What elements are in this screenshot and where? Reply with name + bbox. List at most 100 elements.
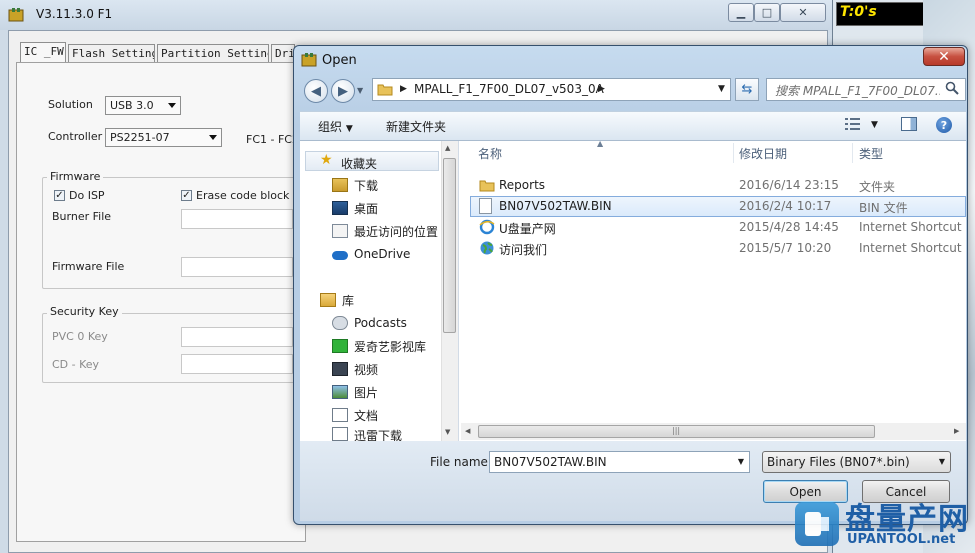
file-name: 访问我们 <box>499 243 548 257</box>
file-row-selected[interactable]: BN07V502TAW.BIN 2016/2/4 10:17 BIN 文件 <box>470 196 966 217</box>
nav-podcasts-label: Podcasts <box>354 316 407 330</box>
background-app-title: V3.11.3.0 F1 <box>36 7 113 21</box>
scroll-right-icon[interactable]: ▶ <box>954 427 959 435</box>
folder-icon <box>479 177 495 193</box>
maximize-icon: □ <box>761 6 773 19</box>
erase-code-block-label: Erase code block <box>196 189 290 202</box>
dialog-title: Open <box>322 53 357 68</box>
nav-documents[interactable]: 文档 <box>300 404 440 426</box>
library-icon <box>320 293 336 307</box>
nav-downloads[interactable]: 下载 <box>300 174 440 196</box>
fc-label: FC1 - FC2 <box>246 133 299 146</box>
pvc0-key-field[interactable] <box>181 327 293 347</box>
view-dropdown-icon[interactable]: ▼ <box>871 120 878 130</box>
podcast-icon <box>332 316 348 330</box>
minimize-button[interactable]: ▁ <box>728 3 754 22</box>
nav-favorites[interactable]: 收藏夹 <box>341 155 377 172</box>
tab-partition-setting[interactable]: Partition Setting <box>157 44 269 63</box>
sort-ascending-icon: ▲ <box>597 139 604 148</box>
cloud-icon <box>332 250 348 260</box>
grip-icon: ||| <box>672 426 681 435</box>
minimize-icon: ▁ <box>736 6 746 19</box>
organize-button[interactable]: 组织 ▼ <box>318 118 353 135</box>
tab-flash-setting[interactable]: Flash Setting <box>68 44 155 63</box>
ie-icon <box>479 219 495 235</box>
nav-videos[interactable]: 视频 <box>300 358 440 380</box>
nav-pictures[interactable]: 图片 <box>300 381 440 403</box>
nav-thunder[interactable]: 迅雷下载 <box>300 427 440 441</box>
recent-locations-icon[interactable]: ▼ <box>357 86 363 95</box>
chevron-down-icon: ▼ <box>345 124 353 134</box>
new-folder-button[interactable]: 新建文件夹 <box>386 118 446 135</box>
nav-iqiyi[interactable]: 爱奇艺影视库 <box>300 335 440 357</box>
arrow-right-icon: ▶ <box>338 83 348 99</box>
tab-ic-fw[interactable]: IC _FW <box>20 42 66 63</box>
preview-pane-icon[interactable] <box>901 117 917 131</box>
controller-label: Controller <box>48 130 103 143</box>
nav-thunder-label: 迅雷下载 <box>354 429 403 441</box>
file-type-value: Binary Files (BN07*.bin) <box>767 455 910 469</box>
controller-select[interactable]: PS2251-07 <box>105 128 222 147</box>
file-row[interactable]: 访问我们 2015/5/7 10:20 Internet Shortcut <box>470 238 966 259</box>
scroll-up-icon[interactable]: ▲ <box>445 144 450 152</box>
iqiyi-icon <box>332 339 348 353</box>
solution-label: Solution <box>48 98 93 111</box>
column-date[interactable]: 修改日期 <box>739 145 787 162</box>
refresh-button[interactable]: ⇆ <box>735 78 759 101</box>
back-button[interactable]: ◀ <box>304 79 328 103</box>
scroll-left-icon[interactable]: ◀ <box>465 427 470 435</box>
burner-file-field[interactable] <box>181 209 293 229</box>
file-date: 2016/6/14 23:15 <box>739 178 839 192</box>
file-icon <box>479 198 492 214</box>
file-type: Internet Shortcut <box>859 220 962 234</box>
file-name-input[interactable]: BN07V502TAW.BIN ▼ <box>489 451 750 473</box>
solution-select[interactable]: USB 3.0 <box>105 96 181 115</box>
globe-icon <box>479 240 495 256</box>
scroll-down-icon[interactable]: ▼ <box>445 428 450 436</box>
column-type[interactable]: 类型 <box>859 145 883 162</box>
address-dropdown-icon[interactable]: ▼ <box>718 84 725 94</box>
chevron-down-icon <box>168 103 176 108</box>
erase-code-block-checkbox[interactable]: ✓ <box>181 190 192 201</box>
firmware-file-field[interactable] <box>181 257 293 277</box>
file-row[interactable]: U盘量产网 2015/4/28 14:45 Internet Shortcut <box>470 217 966 238</box>
chevron-down-icon: ▼ <box>938 457 945 466</box>
firmware-group-title: Firmware <box>47 170 104 183</box>
file-type: Internet Shortcut <box>859 241 962 255</box>
nav-downloads-label: 下载 <box>354 178 379 193</box>
nav-library[interactable]: 库 <box>300 289 440 311</box>
folder-icon <box>377 82 393 96</box>
cd-key-label: CD - Key <box>52 358 100 371</box>
nav-podcasts[interactable]: Podcasts <box>300 312 440 334</box>
file-type-select[interactable]: Binary Files (BN07*.bin) ▼ <box>762 451 951 473</box>
nav-desktop[interactable]: 桌面 <box>300 197 440 219</box>
nav-recent[interactable]: 最近访问的位置 <box>300 220 440 242</box>
nav-pictures-label: 图片 <box>354 385 379 400</box>
search-placeholder: 搜索 MPALL_F1_7F00_DL07... <box>775 84 940 98</box>
refresh-icon: ⇆ <box>741 82 753 97</box>
nav-scrollbar-thumb[interactable] <box>443 158 456 333</box>
help-icon[interactable]: ? <box>936 117 952 133</box>
nav-onedrive[interactable]: OneDrive <box>300 243 440 265</box>
do-isp-checkbox[interactable]: ✓ <box>54 190 65 201</box>
file-row[interactable]: Reports 2016/6/14 23:15 文件夹 <box>470 175 966 196</box>
maximize-button[interactable]: □ <box>754 3 780 22</box>
file-name: U盘量产网 <box>499 222 556 236</box>
dialog-app-icon <box>301 52 317 68</box>
cd-key-field[interactable] <box>181 354 293 374</box>
watermark-url: UPANTOOL.net <box>847 532 956 547</box>
star-icon: ★ <box>320 152 333 168</box>
close-icon: ✕ <box>938 48 950 65</box>
file-date: 2016/2/4 10:17 <box>739 199 832 213</box>
downloads-icon <box>332 178 348 192</box>
tab-driver[interactable]: Dri <box>271 44 295 63</box>
breadcrumb[interactable]: MPALL_F1_7F00_DL07_v503_0A <box>414 82 604 96</box>
forward-button[interactable]: ▶ <box>331 79 355 103</box>
dialog-close-button[interactable]: ✕ <box>923 47 965 66</box>
close-button[interactable]: ✕ <box>780 3 826 22</box>
column-name[interactable]: 名称 <box>478 145 502 162</box>
view-options-icon[interactable] <box>845 117 861 131</box>
nav-desktop-label: 桌面 <box>354 201 379 216</box>
breadcrumb-chevron-icon[interactable]: ▶ <box>598 84 605 94</box>
chevron-down-icon <box>209 135 217 140</box>
